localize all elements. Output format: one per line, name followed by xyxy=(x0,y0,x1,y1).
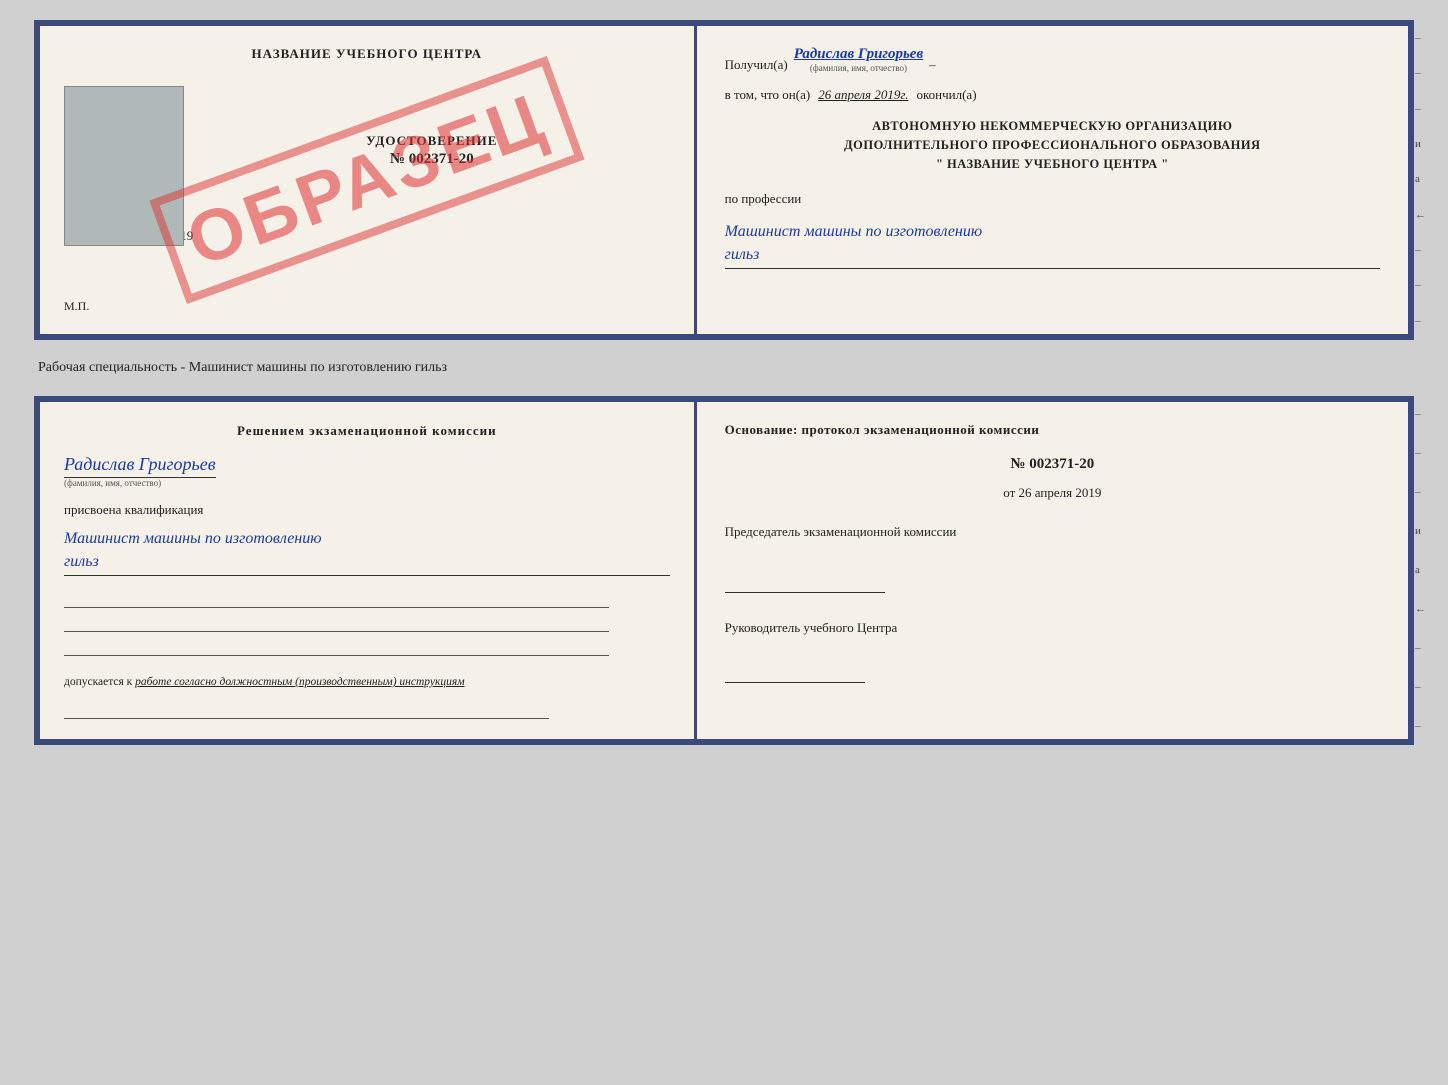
mp-label: М.П. xyxy=(64,299,670,314)
poluchil-label: Получил(а) xyxy=(725,57,788,73)
b-dash-2: – xyxy=(1415,448,1426,459)
dopuskaetsya-prefix: допускается к xyxy=(64,676,132,688)
ot-date-line: от 26 апреля 2019 xyxy=(725,485,1380,501)
chairman-signature-line xyxy=(725,573,885,593)
dash-i: и xyxy=(1415,139,1426,150)
bottom-left: Решением экзаменационной комиссии Радисл… xyxy=(40,402,697,739)
obrazec-stamp: ОБРАЗЕЦ xyxy=(149,56,584,304)
org-name: " НАЗВАНИЕ УЧЕБНОГО ЦЕНТРА " xyxy=(725,155,1380,174)
b-dash-5: – xyxy=(1415,682,1426,693)
udostoverenie-label: УДОСТОВЕРЕНИЕ xyxy=(194,133,670,149)
dash-2: – xyxy=(1415,68,1426,79)
certificate-top: НАЗВАНИЕ УЧЕБНОГО ЦЕНТРА УДОСТОВЕРЕНИЕ №… xyxy=(34,20,1414,340)
vtom-prefix: в том, что он(а) xyxy=(725,87,811,103)
dopusk-blank-line xyxy=(64,701,549,719)
cert-left: НАЗВАНИЕ УЧЕБНОГО ЦЕНТРА УДОСТОВЕРЕНИЕ №… xyxy=(40,26,697,334)
okoncil-label: окончил(а) xyxy=(917,87,977,103)
professia-value: Машинист машины по изготовлению гильз xyxy=(725,221,1380,269)
cert-number-block: УДОСТОВЕРЕНИЕ № 002371-20 xyxy=(194,133,670,168)
ot-date: 26 апреля 2019 xyxy=(1019,485,1102,500)
kvalif-line1: Машинист машины по изготовлению xyxy=(64,530,322,547)
poluchil-line: Получил(а) Радислав Григорьев (фамилия, … xyxy=(725,46,1380,73)
school-name-top: НАЗВАНИЕ УЧЕБНОГО ЦЕНТРА xyxy=(64,46,670,62)
dash-6: – xyxy=(1415,316,1426,327)
b-dash-3: – xyxy=(1415,487,1426,498)
rukovoditel-label: Руководитель учебного Центра xyxy=(725,619,1380,637)
vtom-line: в том, что он(а) 26 апреля 2019г. окончи… xyxy=(725,87,1380,103)
person-name-bottom: Радислав Григорьев xyxy=(64,454,216,478)
org-line2: ДОПОЛНИТЕЛЬНОГО ПРОФЕССИОНАЛЬНОГО ОБРАЗО… xyxy=(725,136,1380,155)
prisvoena-label: присвоена квалификация xyxy=(64,502,670,518)
bottom-blank-lines xyxy=(64,590,670,656)
chairman-label: Председатель экзаменационной комиссии xyxy=(725,523,1380,541)
vtom-date: 26 апреля 2019г. xyxy=(818,87,908,103)
b-dash-6: – xyxy=(1415,721,1426,732)
cert-number: № 002371-20 xyxy=(194,151,670,168)
osnovanie-text: Основание: протокол экзаменационной коми… xyxy=(725,422,1380,438)
certificate-bottom: Решением экзаменационной комиссии Радисл… xyxy=(34,396,1414,745)
blank-line-2 xyxy=(64,614,609,632)
kvalif-line2: гильз xyxy=(64,553,99,570)
dash-5: – xyxy=(1415,280,1426,291)
fio-subtitle: (фамилия, имя, отчество) xyxy=(810,63,907,73)
dopuskaetsya-line: допускается к работе согласно должностны… xyxy=(64,674,670,691)
po-professii-label: по профессии xyxy=(725,191,1380,207)
document-container: НАЗВАНИЕ УЧЕБНОГО ЦЕНТРА УДОСТОВЕРЕНИЕ №… xyxy=(34,20,1414,745)
cert-right: Получил(а) Радислав Григорьев (фамилия, … xyxy=(697,26,1408,334)
org-text: АВТОНОМНУЮ НЕКОММЕРЧЕСКУЮ ОРГАНИЗАЦИЮ ДО… xyxy=(725,117,1380,173)
b-dash-arrow: ← xyxy=(1415,604,1426,615)
bottom-right: Основание: протокол экзаменационной коми… xyxy=(697,402,1408,739)
b-dash-a: а xyxy=(1415,565,1426,576)
poluchil-name: Радислав Григорьев xyxy=(794,46,923,63)
ot-label: от xyxy=(1003,485,1015,500)
dash-4: – xyxy=(1415,245,1426,256)
b-dash-1: – xyxy=(1415,409,1426,420)
b-dash-4: – xyxy=(1415,643,1426,654)
side-dashes-bottom: – – – и а ← – – – xyxy=(1415,402,1426,739)
specialnost-line: Рабочая специальность - Машинист машины … xyxy=(34,360,451,376)
protocol-number: № 002371-20 xyxy=(725,456,1380,473)
dash-1: – xyxy=(1415,33,1426,44)
fio-sub-bottom: (фамилия, имя, отчество) xyxy=(64,478,161,488)
side-dashes-top: – – – и а ← – – – xyxy=(1415,26,1426,334)
resheniem-text: Решением экзаменационной комиссии xyxy=(64,422,670,440)
professia-line1: Машинист машины по изготовлению xyxy=(725,223,983,240)
professia-line2: гильз xyxy=(725,246,760,263)
blank-line-3 xyxy=(64,638,609,656)
dash-separator: – xyxy=(929,57,936,73)
org-line1: АВТОНОМНУЮ НЕКОММЕРЧЕСКУЮ ОРГАНИЗАЦИЮ xyxy=(725,117,1380,136)
kvalif-value: Машинист машины по изготовлению гильз xyxy=(64,528,670,576)
person-block: Радислав Григорьев (фамилия, имя, отчест… xyxy=(64,450,670,488)
dash-a: а xyxy=(1415,174,1426,185)
b-dash-i: и xyxy=(1415,526,1426,537)
blank-line-1 xyxy=(64,590,609,608)
dash-arrow: ← xyxy=(1415,210,1426,221)
photo-placeholder xyxy=(64,86,184,246)
rukovoditel-signature-line xyxy=(725,665,865,683)
dash-3: – xyxy=(1415,104,1426,115)
dopuskaetsya-italic: работе согласно должностным (производств… xyxy=(135,676,464,688)
